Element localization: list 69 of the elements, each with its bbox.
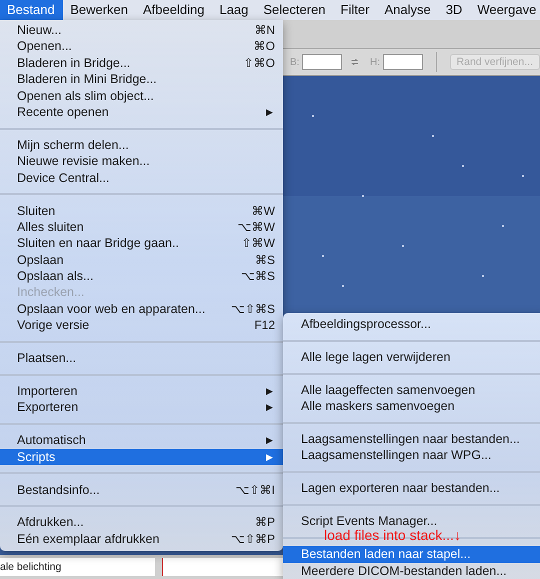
submenu-arrow: ▶	[266, 401, 273, 414]
submenu-arrow: ▶	[266, 434, 273, 448]
menu-bar-item[interactable]: Bewerken	[62, 0, 136, 20]
menu-item[interactable]: Alle laageffecten samenvoegen	[283, 382, 540, 398]
menu-item[interactable]: Opslaan voor web en apparaten... ⌥⇧⌘S	[0, 300, 283, 318]
menu-item[interactable]: Meerdere DICOM-bestanden laden...	[283, 562, 540, 579]
menu-item[interactable]: Afdrukken... ⌘P	[0, 514, 283, 531]
menu-item[interactable]: Bladeren in Bridge... ⇧⌘O	[0, 54, 283, 72]
shortcut-label: ⌥⇧⌘I	[236, 482, 275, 498]
menu-bar-item[interactable]: Weergave	[470, 0, 540, 20]
shortcut-label: ⌘S	[254, 252, 275, 268]
shortcut-label: ⌥⌘W	[238, 218, 275, 236]
layer-name-field[interactable]: ale belichting	[0, 558, 155, 576]
menu-item[interactable]: Exporteren ▶	[0, 399, 283, 416]
shortcut-label: ⌘W	[252, 202, 275, 219]
menu-item[interactable]: Scripts ▶	[0, 448, 283, 466]
menu-item[interactable]: Nieuwe revisie maken...	[0, 153, 283, 170]
menu-bar-item[interactable]: Filter	[333, 0, 377, 20]
menu-item[interactable]: Sluiten ⌘W	[0, 202, 283, 219]
shortcut-label: ⌥⇧⌘S	[230, 300, 275, 318]
menu-item[interactable]: Device Central...	[0, 170, 283, 186]
menu-item[interactable]: Plaatsen...	[0, 350, 283, 367]
shortcut-label: ⇧⌘O	[244, 54, 275, 72]
shortcut-label: ⌘O	[254, 38, 275, 55]
shortcut-label: ⇧⌘W	[242, 235, 275, 252]
menu-item[interactable]: Openen... ⌘O	[0, 38, 283, 55]
menu-bar-item[interactable]: Laag	[212, 0, 256, 20]
shortcut-label: ⌘N	[254, 22, 275, 38]
menu-item[interactable]: Laagsamenstellingen naar WPG...	[283, 447, 540, 464]
swap-icon[interactable]	[351, 56, 359, 68]
width-field[interactable]	[302, 54, 342, 70]
shortcut-label: ⌘P	[254, 514, 275, 531]
menu-item[interactable]: Vorige versie F12	[0, 317, 283, 334]
menu-item[interactable]: Eén exemplaar afdrukken ⌥⇧⌘P	[0, 530, 283, 548]
menu-item[interactable]: Importeren ▶	[0, 383, 283, 400]
menu-bar-item[interactable]: Afbeelding	[136, 0, 212, 20]
menu-item[interactable]: Opslaan ⌘S	[0, 252, 283, 268]
menu-item[interactable]: Opslaan als... ⌥⌘S	[0, 268, 283, 284]
shortcut-label: F12	[254, 317, 275, 334]
height-field[interactable]	[383, 54, 423, 70]
shortcut-label: ⌥⌘S	[240, 268, 275, 284]
width-label: B:	[290, 56, 300, 68]
menu-bar-item[interactable]: Analyse	[376, 0, 438, 20]
menu-item[interactable]: Afbeeldingsprocessor...	[283, 316, 540, 332]
menu-item[interactable]: Alles sluiten ⌥⌘W	[0, 218, 283, 236]
height-label: H:	[370, 56, 380, 68]
shortcut-label: ⌥⇧⌘P	[230, 530, 275, 548]
menu-bar-item[interactable]: 3D	[438, 0, 470, 20]
menu-item[interactable]: Alle maskers samenvoegen	[283, 398, 540, 415]
submenu-arrow: ▶	[266, 106, 273, 119]
menu-item[interactable]: Bestanden laden naar stapel...	[283, 546, 540, 563]
menu-item[interactable]: Bestandsinfo... ⌥⇧⌘I	[0, 482, 283, 498]
menu-item[interactable]: Laagsamenstellingen naar bestanden...	[283, 431, 540, 448]
menu-item[interactable]: Openen als slim object...	[0, 88, 283, 104]
menu-item[interactable]: Bladeren in Mini Bridge...	[0, 71, 283, 88]
submenu-arrow: ▶	[266, 385, 273, 398]
menu-item[interactable]: Recente openen ▶	[0, 104, 283, 120]
menu-item[interactable]: Mijn scherm delen...	[0, 136, 283, 154]
annotation-text: load files into stack...↓	[324, 527, 461, 543]
menu-item[interactable]: Alle lege lagen verwijderen	[283, 348, 540, 366]
menu-item[interactable]: Script Events Manager...	[283, 513, 540, 530]
menu-item[interactable]: Nieuw... ⌘N	[0, 22, 283, 38]
menu-item[interactable]: Automatisch ▶	[0, 432, 283, 449]
text-field[interactable]	[162, 558, 283, 576]
menu-item[interactable]: Lagen exporteren naar bestanden...	[283, 480, 540, 497]
submenu-arrow: ▶	[266, 450, 273, 464]
menu-bar-item[interactable]: Bestand	[0, 0, 63, 20]
menu-bar-item[interactable]: Selecteren	[256, 0, 334, 20]
menu-item[interactable]: Sluiten en naar Bridge gaan.. ⇧⌘W	[0, 235, 283, 252]
